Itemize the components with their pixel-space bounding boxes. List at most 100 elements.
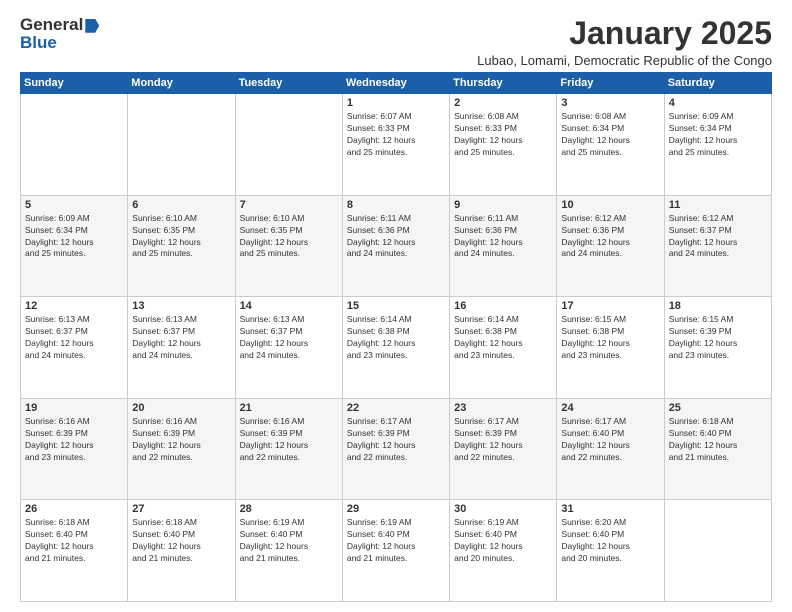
- day-info: Sunrise: 6:08 AMSunset: 6:34 PMDaylight:…: [561, 111, 659, 159]
- day-info: Sunrise: 6:08 AMSunset: 6:33 PMDaylight:…: [454, 111, 552, 159]
- day-number: 12: [25, 300, 123, 312]
- day-number: 25: [669, 402, 767, 414]
- calendar-cell-5-2: 27 Sunrise: 6:18 AMSunset: 6:40 PMDayligh…: [128, 500, 235, 602]
- calendar-header-monday: Monday: [128, 73, 235, 94]
- calendar-week-1: 1Sunrise: 6:07 AMSunset: 6:33 PMDaylight…: [21, 94, 772, 196]
- day-number: 3: [561, 97, 659, 109]
- day-info: Sunrise: 6:09 AMSunset: 6:34 PMDaylight:…: [25, 213, 123, 261]
- day-info: Sunrise: 6:10 AMSunset: 6:35 PMDaylight:…: [132, 213, 230, 261]
- calendar-cell-4-4: 22Sunrise: 6:17 AMSunset: 6:39 PMDayligh…: [342, 398, 449, 500]
- day-number: 18: [669, 300, 767, 312]
- calendar-cell-1-5: 2Sunrise: 6:08 AMSunset: 6:33 PMDaylight…: [450, 94, 557, 196]
- day-info: Sunrise: 6:11 AMSunset: 6:36 PMDaylight:…: [454, 213, 552, 261]
- calendar-table: SundayMondayTuesdayWednesdayThursdayFrid…: [20, 72, 772, 602]
- header: General Blue January 2025 Lubao, Lomami,…: [20, 16, 772, 68]
- day-number: 28: [240, 503, 338, 515]
- calendar-header-saturday: Saturday: [664, 73, 771, 94]
- day-info: Sunrise: 6:09 AMSunset: 6:34 PMDaylight:…: [669, 111, 767, 159]
- calendar-cell-2-2: 6 Sunrise: 6:10 AMSunset: 6:35 PMDaylight…: [128, 195, 235, 297]
- calendar-cell-1-1: [21, 94, 128, 196]
- day-number: 27: [132, 503, 230, 515]
- calendar-cell-4-2: 20 Sunrise: 6:16 AMSunset: 6:39 PMDayligh…: [128, 398, 235, 500]
- day-number: 15: [347, 300, 445, 312]
- calendar-cell-1-6: 3 Sunrise: 6:08 AMSunset: 6:34 PMDaylight…: [557, 94, 664, 196]
- day-number: 24: [561, 402, 659, 414]
- day-number: 21: [240, 402, 338, 414]
- day-number: 10: [561, 199, 659, 211]
- calendar-cell-3-2: 13Sunrise: 6:13 AMSunset: 6:37 PMDayligh…: [128, 297, 235, 399]
- title-block: January 2025 Lubao, Lomami, Democratic R…: [477, 16, 772, 68]
- day-number: 16: [454, 300, 552, 312]
- calendar-cell-3-6: 17Sunrise: 6:15 AMSunset: 6:38 PMDayligh…: [557, 297, 664, 399]
- day-info: Sunrise: 6:16 AMSunset: 6:39 PMDaylight:…: [132, 416, 230, 464]
- calendar-cell-2-4: 8 Sunrise: 6:11 AMSunset: 6:36 PMDaylight…: [342, 195, 449, 297]
- day-number: 6: [132, 199, 230, 211]
- calendar-cell-2-1: 5 Sunrise: 6:09 AMSunset: 6:34 PMDaylight…: [21, 195, 128, 297]
- calendar-cell-2-7: 11 Sunrise: 6:12 AMSunset: 6:37 PMDayligh…: [664, 195, 771, 297]
- calendar-cell-1-2: [128, 94, 235, 196]
- calendar-cell-2-5: 9 Sunrise: 6:11 AMSunset: 6:36 PMDaylight…: [450, 195, 557, 297]
- day-info: Sunrise: 6:17 AMSunset: 6:39 PMDaylight:…: [347, 416, 445, 464]
- day-number: 13: [132, 300, 230, 312]
- day-info: Sunrise: 6:13 AMSunset: 6:37 PMDaylight:…: [240, 314, 338, 362]
- day-number: 14: [240, 300, 338, 312]
- day-number: 4: [669, 97, 767, 109]
- logo-blue-text: Blue: [20, 34, 99, 52]
- calendar-cell-3-1: 12Sunrise: 6:13 AMSunset: 6:37 PMDayligh…: [21, 297, 128, 399]
- day-info: Sunrise: 6:19 AMSunset: 6:40 PMDaylight:…: [454, 517, 552, 565]
- day-info: Sunrise: 6:12 AMSunset: 6:36 PMDaylight:…: [561, 213, 659, 261]
- calendar-header-thursday: Thursday: [450, 73, 557, 94]
- day-info: Sunrise: 6:19 AMSunset: 6:40 PMDaylight:…: [347, 517, 445, 565]
- logo-general: General: [20, 15, 83, 34]
- day-info: Sunrise: 6:14 AMSunset: 6:38 PMDaylight:…: [454, 314, 552, 362]
- calendar-cell-5-3: 28Sunrise: 6:19 AMSunset: 6:40 PMDayligh…: [235, 500, 342, 602]
- day-number: 11: [669, 199, 767, 211]
- day-number: 23: [454, 402, 552, 414]
- calendar-cell-4-5: 23 Sunrise: 6:17 AMSunset: 6:39 PMDayligh…: [450, 398, 557, 500]
- calendar-cell-3-7: 18Sunrise: 6:15 AMSunset: 6:39 PMDayligh…: [664, 297, 771, 399]
- calendar-cell-1-4: 1Sunrise: 6:07 AMSunset: 6:33 PMDaylight…: [342, 94, 449, 196]
- calendar-header-tuesday: Tuesday: [235, 73, 342, 94]
- day-info: Sunrise: 6:12 AMSunset: 6:37 PMDaylight:…: [669, 213, 767, 261]
- day-number: 26: [25, 503, 123, 515]
- day-number: 17: [561, 300, 659, 312]
- calendar-week-5: 26 Sunrise: 6:18 AMSunset: 6:40 PMDayligh…: [21, 500, 772, 602]
- calendar-header-wednesday: Wednesday: [342, 73, 449, 94]
- day-number: 30: [454, 503, 552, 515]
- day-number: 20: [132, 402, 230, 414]
- calendar-header-friday: Friday: [557, 73, 664, 94]
- calendar-cell-1-7: 4 Sunrise: 6:09 AMSunset: 6:34 PMDaylight…: [664, 94, 771, 196]
- main-title: January 2025: [477, 16, 772, 51]
- day-info: Sunrise: 6:11 AMSunset: 6:36 PMDaylight:…: [347, 213, 445, 261]
- calendar-cell-2-6: 10 Sunrise: 6:12 AMSunset: 6:36 PMDayligh…: [557, 195, 664, 297]
- day-number: 8: [347, 199, 445, 211]
- logo-icon: [85, 19, 99, 33]
- day-number: 5: [25, 199, 123, 211]
- logo-text: General: [20, 16, 99, 34]
- calendar-cell-3-3: 14 Sunrise: 6:13 AMSunset: 6:37 PMDayligh…: [235, 297, 342, 399]
- logo-blue: Blue: [20, 33, 57, 52]
- calendar-cell-5-5: 30 Sunrise: 6:19 AMSunset: 6:40 PMDayligh…: [450, 500, 557, 602]
- calendar-cell-2-3: 7Sunrise: 6:10 AMSunset: 6:35 PMDaylight…: [235, 195, 342, 297]
- calendar-week-2: 5 Sunrise: 6:09 AMSunset: 6:34 PMDaylight…: [21, 195, 772, 297]
- day-info: Sunrise: 6:07 AMSunset: 6:33 PMDaylight:…: [347, 111, 445, 159]
- calendar-header-row: SundayMondayTuesdayWednesdayThursdayFrid…: [21, 73, 772, 94]
- calendar-header-sunday: Sunday: [21, 73, 128, 94]
- calendar-cell-5-6: 31Sunrise: 6:20 AMSunset: 6:40 PMDayligh…: [557, 500, 664, 602]
- day-number: 9: [454, 199, 552, 211]
- day-info: Sunrise: 6:17 AMSunset: 6:39 PMDaylight:…: [454, 416, 552, 464]
- day-info: Sunrise: 6:18 AMSunset: 6:40 PMDaylight:…: [132, 517, 230, 565]
- day-info: Sunrise: 6:18 AMSunset: 6:40 PMDaylight:…: [669, 416, 767, 464]
- calendar-cell-3-4: 15 Sunrise: 6:14 AMSunset: 6:38 PMDayligh…: [342, 297, 449, 399]
- calendar-cell-4-1: 19Sunrise: 6:16 AMSunset: 6:39 PMDayligh…: [21, 398, 128, 500]
- calendar-cell-5-4: 29Sunrise: 6:19 AMSunset: 6:40 PMDayligh…: [342, 500, 449, 602]
- calendar-week-4: 19 Sunrise: 6:16 AMSunset: 6:39 PMDayligh…: [21, 398, 772, 500]
- calendar-week-3: 12 Sunrise: 6:13 AMSunset: 6:37 PMDayligh…: [21, 297, 772, 399]
- calendar-cell-5-1: 26Sunrise: 6:18 AMSunset: 6:40 PMDayligh…: [21, 500, 128, 602]
- day-number: 7: [240, 199, 338, 211]
- subtitle: Lubao, Lomami, Democratic Republic of th…: [477, 53, 772, 68]
- page: General Blue January 2025 Lubao, Lomami,…: [0, 0, 792, 612]
- day-info: Sunrise: 6:14 AMSunset: 6:38 PMDaylight:…: [347, 314, 445, 362]
- calendar-cell-5-7: [664, 500, 771, 602]
- day-number: 19: [25, 402, 123, 414]
